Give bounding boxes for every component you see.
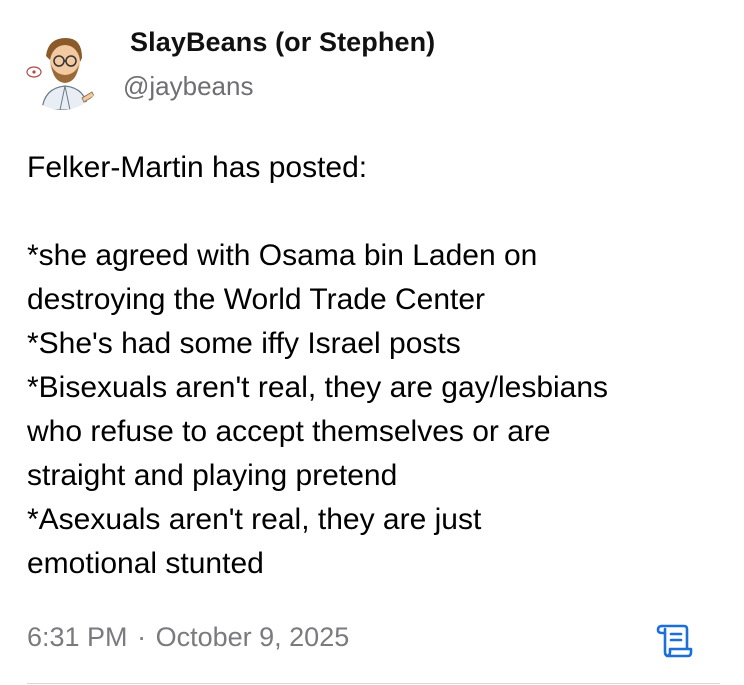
post-line: *she agreed with Osama bin Laden on bbox=[27, 239, 538, 272]
post-line: emotional stunted bbox=[27, 547, 264, 580]
post-line: destroying the World Trade Center bbox=[27, 283, 486, 316]
divider bbox=[27, 683, 720, 684]
post-line: *Asexuals aren't real, they are just bbox=[27, 503, 482, 536]
post-line: who refuse to accept themselves or are bbox=[27, 415, 551, 448]
author-display-name[interactable]: SlayBeans (or Stephen) bbox=[130, 27, 435, 58]
post-line: *Bisexuals aren't real, they are gay/les… bbox=[27, 371, 609, 404]
post-line: Felker-Martin has posted: bbox=[27, 151, 368, 184]
post-line: straight and playing pretend bbox=[27, 459, 398, 492]
avatar[interactable] bbox=[20, 26, 104, 110]
post-body: Felker-Martin has posted: *she agreed wi… bbox=[27, 146, 727, 586]
post-timestamp[interactable]: 6:31 PM · October 9, 2025 bbox=[27, 622, 349, 653]
cartoon-avatar-icon bbox=[26, 38, 95, 110]
scroll-icon bbox=[656, 624, 693, 658]
thread-reader-button[interactable] bbox=[653, 618, 695, 660]
post-time: 6:31 PM bbox=[27, 622, 128, 652]
timestamp-separator: · bbox=[137, 622, 147, 652]
post-card: SlayBeans (or Stephen) @jaybeans Felker-… bbox=[0, 0, 744, 685]
author-handle[interactable]: @jaybeans bbox=[123, 71, 253, 102]
post-line bbox=[27, 190, 727, 234]
post-line: *She's had some iffy Israel posts bbox=[27, 327, 461, 360]
post-date: October 9, 2025 bbox=[155, 622, 350, 652]
